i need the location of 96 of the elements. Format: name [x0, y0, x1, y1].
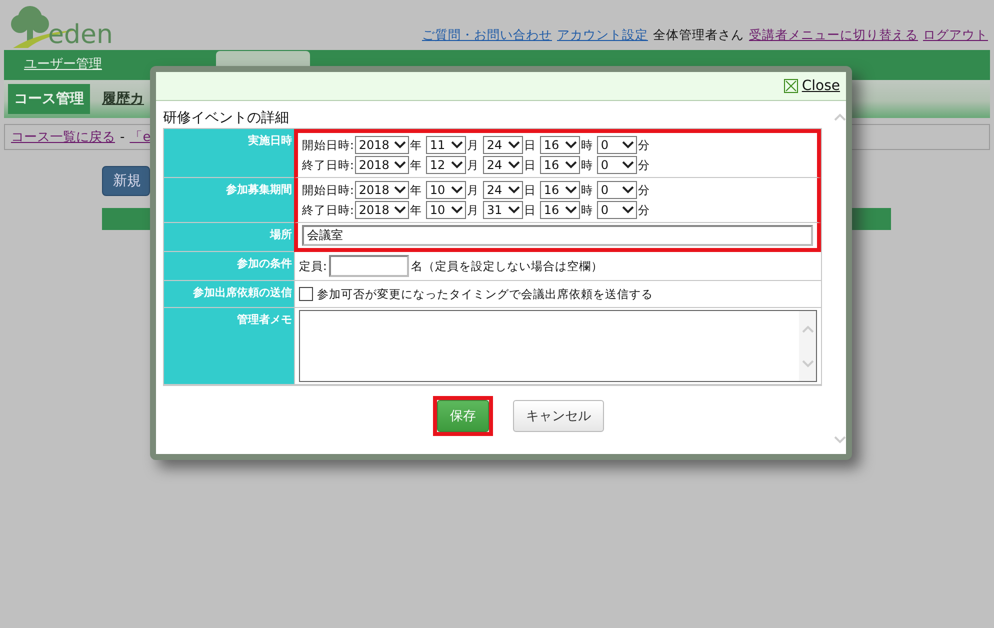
scroll-up-icon	[802, 324, 814, 332]
unit-label: 日	[524, 138, 536, 152]
chevron-down-icon	[450, 161, 463, 169]
chevron-down-icon	[450, 141, 463, 149]
location-field[interactable]: 会議室	[302, 225, 813, 246]
new-button[interactable]: 新規	[102, 166, 150, 196]
dropdown[interactable]: 16	[540, 136, 580, 154]
chevron-down-icon	[394, 141, 406, 149]
dropdown[interactable]: 0	[596, 136, 637, 154]
row-label: 参加募集期間	[164, 178, 294, 223]
unit-label: 日	[524, 182, 536, 198]
chevron-down-icon	[564, 161, 577, 169]
unit-label: 月	[466, 158, 479, 172]
dropdown[interactable]: 31	[482, 201, 523, 219]
dropdown[interactable]: 16	[540, 201, 580, 219]
separator-text: -	[120, 130, 125, 144]
chevron-down-icon	[394, 186, 406, 194]
chevron-down-icon	[450, 206, 463, 214]
field-label: 終了日時:	[302, 202, 354, 218]
close-button[interactable]: Close	[784, 78, 840, 94]
unit-label: 時	[580, 158, 593, 172]
memo-field[interactable]	[299, 310, 817, 382]
chevron-down-icon	[564, 206, 577, 214]
hint-text: 名（定員を設定しない場合は空欄）	[410, 258, 603, 274]
chevron-down-icon	[622, 141, 634, 149]
user-name: 全体管理者さん	[653, 27, 744, 44]
course-link[interactable]: 「e	[130, 128, 151, 146]
header-link[interactable]: ログアウト	[923, 27, 988, 44]
chevron-down-icon	[508, 186, 520, 194]
row-label: 場所	[164, 223, 294, 252]
field-label: 開始日時:	[302, 138, 354, 152]
unit-label: 月	[466, 202, 479, 218]
row-label: 実施日時	[164, 129, 294, 178]
unit-label: 年	[410, 158, 422, 172]
unit-label: 分	[638, 182, 650, 198]
unit-label: 年	[410, 182, 422, 198]
unit-label: 時	[580, 182, 593, 198]
chevron-down-icon	[622, 186, 634, 194]
close-icon	[784, 79, 798, 93]
checkbox-label: 参加可否が変更になったタイミングで会議出席依頼を送信する	[317, 286, 653, 302]
header-link[interactable]: ご質問・お問い合わせ	[422, 27, 552, 44]
chevron-down-icon	[508, 161, 520, 169]
field-label: 終了日時:	[302, 158, 354, 172]
dropdown[interactable]: 0	[596, 181, 637, 199]
unit-label: 年	[410, 138, 422, 152]
chevron-down-icon	[394, 206, 406, 214]
unit-label: 分	[638, 138, 650, 152]
unit-label: 日	[524, 202, 536, 218]
unit-label: 日	[524, 158, 536, 172]
dropdown[interactable]: 10	[426, 201, 466, 219]
unit-label: 分	[638, 202, 650, 218]
dropdown[interactable]: 0	[596, 201, 637, 219]
unit-label: 月	[466, 182, 479, 198]
dropdown[interactable]: 10	[426, 181, 466, 199]
dropdown[interactable]: 2018	[354, 201, 409, 219]
unit-label: 年	[410, 202, 422, 218]
dropdown[interactable]: 12	[426, 156, 466, 174]
dropdown[interactable]: 24	[482, 136, 523, 154]
header-link[interactable]: アカウント設定	[557, 27, 648, 44]
dropdown[interactable]: 24	[482, 156, 523, 174]
scroll-down-icon	[802, 360, 814, 368]
unit-label: 時	[580, 138, 593, 152]
dropdown[interactable]: 2018	[354, 136, 409, 154]
chevron-down-icon	[564, 141, 577, 149]
chevron-down-icon	[622, 161, 634, 169]
checkbox[interactable]	[299, 287, 313, 301]
chevron-down-icon	[622, 206, 634, 214]
row-label: 管理者メモ	[164, 308, 294, 385]
back-link[interactable]: コース一覧に戻る	[11, 128, 115, 146]
header-link[interactable]: 受講者メニューに切り替える	[749, 27, 918, 44]
unit-label: 時	[580, 202, 593, 218]
dropdown[interactable]: 2018	[354, 181, 409, 199]
dropdown[interactable]: 16	[540, 156, 580, 174]
dropdown[interactable]: 2018	[354, 156, 409, 174]
chevron-down-icon	[564, 186, 577, 194]
field-label: 定員:	[299, 258, 327, 274]
chevron-down-icon	[508, 206, 520, 214]
dropdown[interactable]: 0	[596, 156, 637, 174]
chevron-down-icon	[394, 161, 406, 169]
cancel-button[interactable]: キャンセル	[513, 400, 604, 432]
field-label: 開始日時:	[302, 182, 354, 198]
chevron-down-icon	[450, 186, 463, 194]
subnav-item[interactable]: 履歴カ	[96, 84, 150, 114]
dropdown[interactable]: 24	[482, 181, 523, 199]
row-label: 参加出席依頼の送信	[164, 281, 294, 308]
unit-label: 月	[466, 138, 479, 152]
subnav-item[interactable]: コース管理	[8, 84, 90, 114]
unit-label: 分	[638, 158, 650, 172]
dropdown[interactable]: 11	[426, 136, 466, 154]
row-label: 参加の条件	[164, 252, 294, 281]
dialog-title: 研修イベントの詳細	[163, 109, 290, 127]
nav-tab[interactable]: ユーザー管理	[12, 49, 114, 80]
capacity-field[interactable]	[328, 255, 409, 277]
logo-text: eden	[48, 22, 113, 50]
chevron-down-icon	[508, 141, 520, 149]
dropdown[interactable]: 16	[540, 181, 580, 199]
